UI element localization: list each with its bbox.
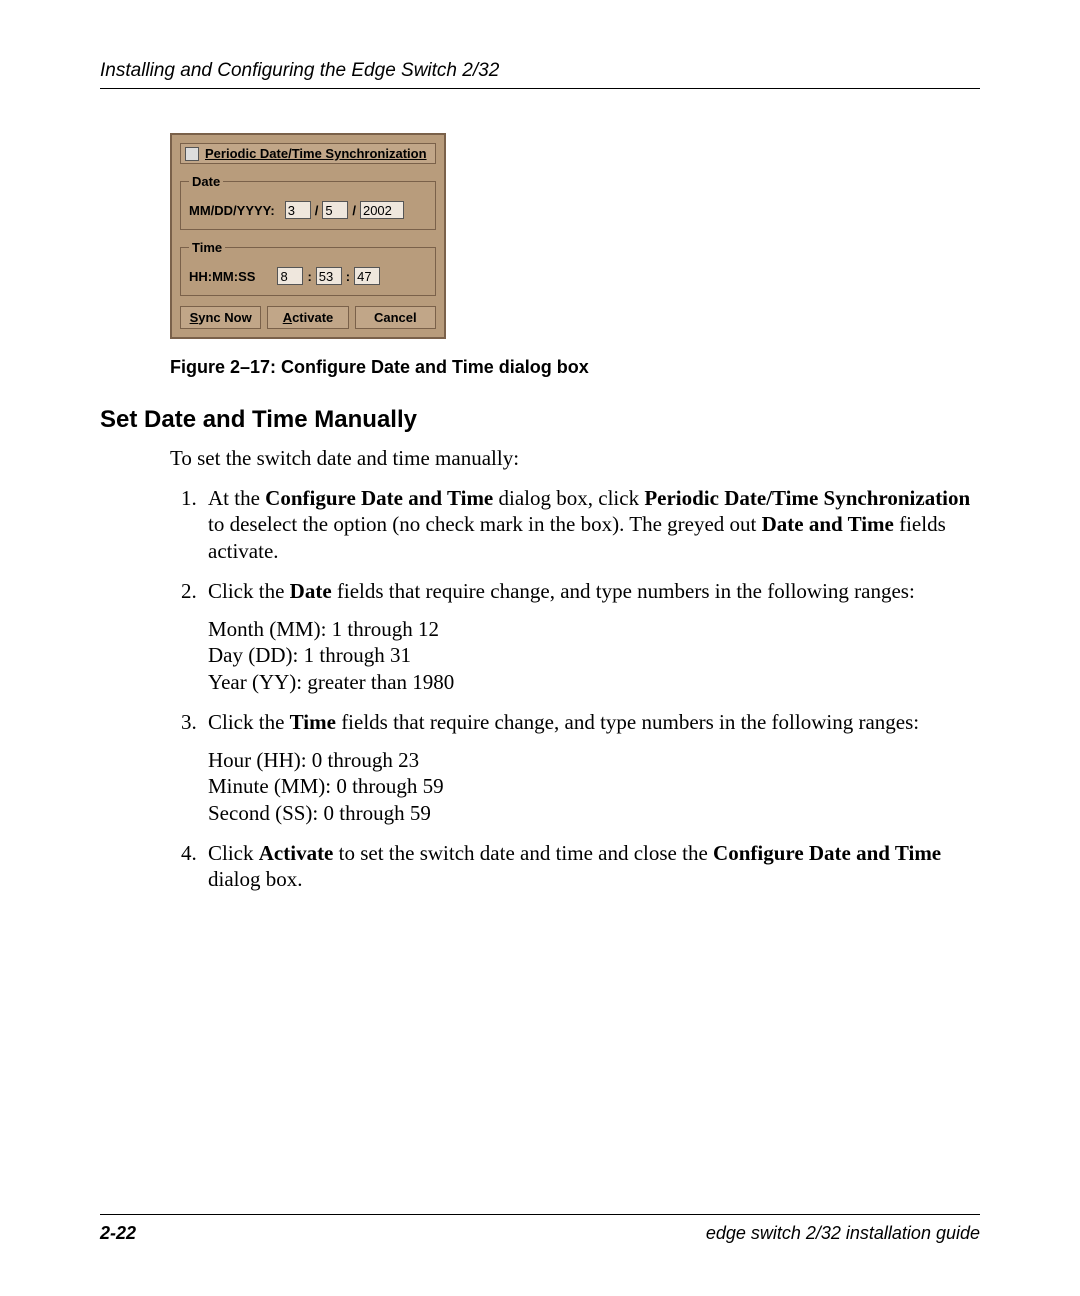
page-footer: 2-22 edge switch 2/32 installation guide: [100, 1214, 980, 1244]
date-sep-2: /: [352, 203, 356, 218]
step-2: Click the Date fields that require chang…: [202, 578, 980, 695]
month-field[interactable]: [285, 201, 311, 219]
time-legend: Time: [189, 240, 225, 255]
figure-caption: Figure 2–17: Configure Date and Time dia…: [170, 357, 980, 378]
step-2-line-3: Year (YY): greater than 1980: [208, 669, 980, 695]
step-2-line-1: Month (MM): 1 through 12: [208, 616, 980, 642]
step-2-line-2: Day (DD): 1 through 31: [208, 642, 980, 668]
sync-now-button[interactable]: Sync Now: [180, 306, 261, 329]
minute-field[interactable]: [316, 267, 342, 285]
footer-title: edge switch 2/32 installation guide: [706, 1223, 980, 1244]
date-format-label: MM/DD/YYYY:: [189, 203, 275, 218]
intro-text: To set the switch date and time manually…: [170, 446, 980, 471]
step-3: Click the Time fields that require chang…: [202, 709, 980, 826]
section-heading: Set Date and Time Manually: [100, 406, 980, 434]
hour-field[interactable]: [277, 267, 303, 285]
date-sep-1: /: [315, 203, 319, 218]
periodic-sync-row[interactable]: Periodic Date/Time Synchronization: [180, 143, 436, 164]
step-1: At the Configure Date and Time dialog bo…: [202, 485, 980, 564]
step-3-line-3: Second (SS): 0 through 59: [208, 800, 980, 826]
steps-list: At the Configure Date and Time dialog bo…: [170, 485, 980, 892]
step-3-line-2: Minute (MM): 0 through 59: [208, 773, 980, 799]
cancel-button[interactable]: Cancel: [355, 306, 436, 329]
day-field[interactable]: [322, 201, 348, 219]
time-sep-1: :: [307, 269, 311, 284]
page-number: 2-22: [100, 1223, 136, 1244]
time-group: Time HH:MM:SS : :: [180, 240, 436, 296]
activate-button[interactable]: Activate: [267, 306, 348, 329]
running-head: Installing and Configuring the Edge Swit…: [100, 60, 980, 89]
periodic-sync-label: Periodic Date/Time Synchronization: [205, 146, 427, 161]
time-format-label: HH:MM:SS: [189, 269, 255, 284]
second-field[interactable]: [354, 267, 380, 285]
date-group: Date MM/DD/YYYY: / /: [180, 174, 436, 230]
time-sep-2: :: [346, 269, 350, 284]
date-legend: Date: [189, 174, 223, 189]
step-3-line-1: Hour (HH): 0 through 23: [208, 747, 980, 773]
periodic-sync-checkbox[interactable]: [185, 147, 199, 161]
year-field[interactable]: [360, 201, 404, 219]
configure-date-time-dialog: Periodic Date/Time Synchronization Date …: [170, 133, 446, 339]
step-4: Click Activate to set the switch date an…: [202, 840, 980, 893]
